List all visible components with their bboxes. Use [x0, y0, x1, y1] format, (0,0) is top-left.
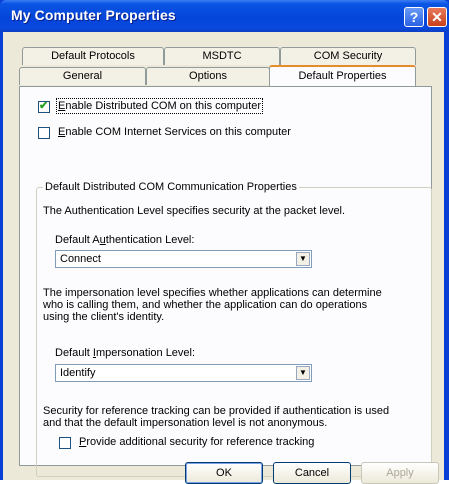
auth-description: The Authentication Level specifies secur… [43, 205, 346, 217]
enable-cis-label[interactable]: Enable COM Internet Services on this com… [58, 126, 291, 138]
reference-tracking-checkbox[interactable] [59, 437, 71, 449]
tab-msdtc[interactable]: MSDTC [164, 47, 280, 65]
window-title: My Computer Properties [11, 7, 176, 23]
title-bar[interactable]: My Computer Properties ? ✕ [0, 0, 449, 32]
tab-panel-default-properties: ✔ Enable Distributed COM on this compute… [19, 86, 432, 477]
dialog-client-area: Default Protocols MSDTC COM Security Gen… [3, 32, 444, 484]
chevron-down-icon[interactable]: ▼ [296, 366, 310, 380]
help-button[interactable]: ? [404, 7, 424, 27]
cancel-button[interactable]: Cancel [273, 462, 351, 484]
enable-dcom-checkbox[interactable]: ✔ [38, 100, 50, 113]
impersonation-level-select[interactable]: Identify ▼ [55, 364, 312, 382]
enable-cis-checkbox[interactable] [38, 127, 50, 139]
impersonation-level-value: Identify [60, 367, 96, 379]
auth-level-select[interactable]: Connect ▼ [55, 250, 312, 268]
tab-com-security[interactable]: COM Security [280, 47, 416, 65]
auth-level-value: Connect [60, 253, 101, 265]
apply-button[interactable]: Apply [361, 462, 439, 484]
auth-level-label: Default Authentication Level: [55, 234, 195, 246]
help-icon: ? [409, 9, 419, 25]
impersonation-description: The impersonation level specifies whethe… [43, 287, 382, 323]
chevron-down-icon[interactable]: ▼ [296, 252, 310, 266]
tab-default-properties[interactable]: Default Properties [269, 65, 416, 86]
tab-options[interactable]: Options [146, 67, 270, 85]
group-legend: Default Distributed COM Communication Pr… [43, 181, 299, 193]
tab-general[interactable]: General [19, 67, 146, 85]
enable-dcom-label[interactable]: Enable Distributed COM on this computer [56, 98, 263, 114]
reference-tracking-description: Security for reference tracking can be p… [43, 405, 390, 429]
close-button[interactable]: ✕ [427, 7, 447, 27]
reference-tracking-label[interactable]: Provide additional security for referenc… [79, 436, 314, 448]
close-icon: ✕ [431, 9, 443, 25]
tab-default-protocols[interactable]: Default Protocols [22, 47, 164, 65]
impersonation-level-label: Default Impersonation Level: [55, 347, 196, 359]
checkmark-icon: ✔ [39, 100, 49, 112]
communication-properties-group: Default Distributed COM Communication Pr… [36, 181, 432, 477]
properties-window: My Computer Properties ? ✕ Default Proto… [0, 0, 449, 484]
ok-button[interactable]: OK [185, 462, 263, 484]
